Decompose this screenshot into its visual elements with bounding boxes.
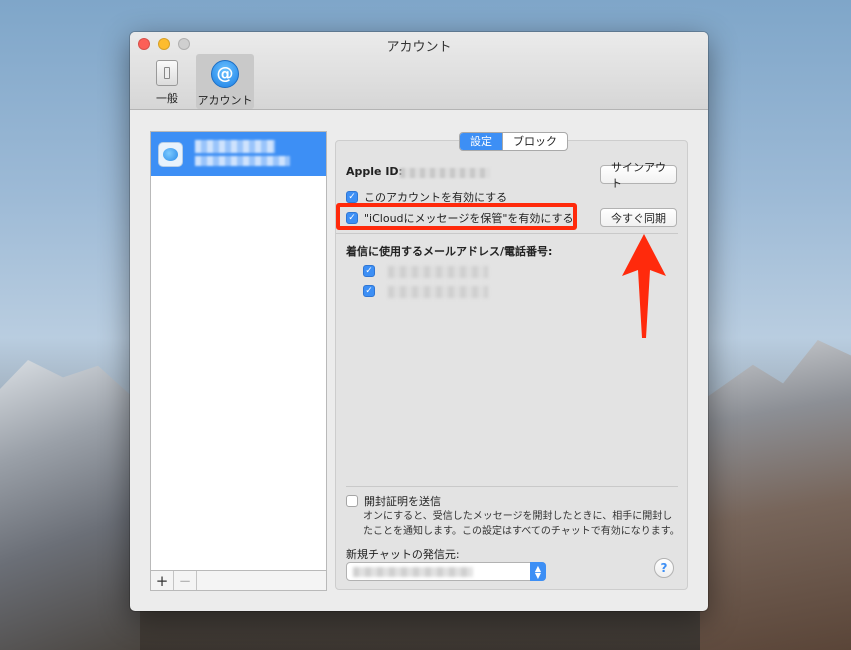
reach-address-checkbox-1[interactable]: ✓ bbox=[363, 265, 375, 277]
new-chat-from-label: 新規チャットの発信元: bbox=[346, 548, 460, 561]
reach-address-redacted-2 bbox=[388, 286, 488, 298]
popup-chevron-icon: ▲ ▼ bbox=[530, 562, 546, 581]
sign-out-button[interactable]: サインアウト bbox=[600, 161, 677, 190]
read-receipts-row: 開封証明を送信 bbox=[346, 493, 441, 509]
switch-icon bbox=[156, 60, 178, 86]
account-detail-redacted bbox=[195, 156, 290, 166]
read-receipts-checkbox[interactable] bbox=[346, 495, 358, 507]
wallpaper-mountain-right bbox=[700, 340, 851, 650]
messages-icon bbox=[158, 141, 183, 167]
sync-now-button[interactable]: 今すぐ同期 bbox=[600, 208, 677, 227]
wallpaper-mountain-left bbox=[0, 360, 140, 650]
annotation-arrow-icon bbox=[622, 234, 666, 338]
reach-address-redacted-1 bbox=[388, 266, 488, 278]
window-title: アカウント bbox=[386, 40, 452, 55]
account-list-item[interactable] bbox=[151, 132, 326, 176]
lower-divider bbox=[346, 486, 678, 487]
settings-segmented-control: 設定 ブロック bbox=[459, 132, 568, 151]
at-sign-icon: @ bbox=[211, 60, 239, 88]
accounts-list-footer: + − bbox=[150, 570, 327, 591]
add-account-button[interactable]: + bbox=[151, 571, 174, 590]
account-name-redacted bbox=[195, 140, 275, 153]
apple-id-value-redacted bbox=[400, 168, 490, 178]
preferences-toolbar: 一般 @ アカウント bbox=[138, 54, 254, 109]
read-receipts-label: 開封証明を送信 bbox=[364, 495, 441, 508]
apple-id-label: Apple ID: bbox=[346, 165, 403, 178]
accounts-list[interactable] bbox=[150, 131, 327, 571]
enable-account-checkbox[interactable]: ✓ bbox=[346, 191, 358, 203]
reach-addresses-label: 着信に使用するメールアドレス/電話番号: bbox=[346, 245, 553, 258]
toolbar-general-label: 一般 bbox=[156, 92, 178, 105]
reach-address-checkbox-2[interactable]: ✓ bbox=[363, 285, 375, 297]
toolbar-accounts-label: アカウント bbox=[197, 94, 253, 107]
read-receipts-description: オンにすると、受信したメッセージを開封したときに、相手に開封したことを通知します… bbox=[363, 511, 680, 537]
new-chat-from-popup[interactable]: ▲ ▼ bbox=[346, 562, 546, 581]
help-button[interactable]: ? bbox=[654, 558, 674, 578]
titlebar: アカウント 一般 @ アカウント bbox=[130, 32, 708, 110]
toolbar-general-tab[interactable]: 一般 bbox=[138, 54, 196, 109]
annotation-highlight-box bbox=[336, 203, 577, 230]
remove-account-button[interactable]: − bbox=[174, 571, 197, 590]
new-chat-from-value-redacted bbox=[353, 567, 473, 577]
toolbar-accounts-tab[interactable]: @ アカウント bbox=[196, 54, 254, 109]
tab-settings[interactable]: 設定 bbox=[460, 133, 502, 150]
reach-address-row-2: ✓ bbox=[363, 285, 375, 297]
reach-address-row-1: ✓ bbox=[363, 265, 375, 277]
tab-block[interactable]: ブロック bbox=[502, 133, 567, 150]
